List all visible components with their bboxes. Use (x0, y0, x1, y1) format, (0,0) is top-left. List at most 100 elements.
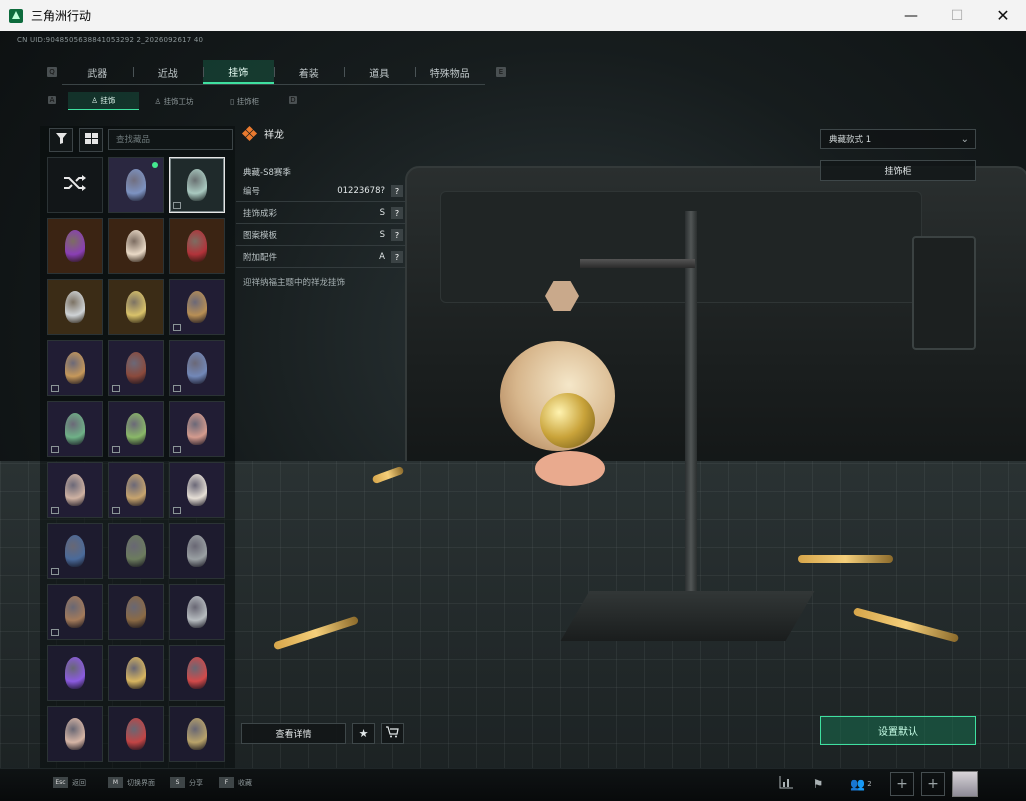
help-icon[interactable]: ? (391, 185, 403, 197)
tab-charms[interactable]: 挂饰 (203, 60, 274, 84)
hint-favorite[interactable]: F 收藏 (219, 777, 252, 788)
charm-item[interactable] (108, 218, 164, 274)
charm-gold-orb (540, 393, 595, 448)
charm-item[interactable] (108, 523, 164, 579)
rack-display-icon (51, 385, 59, 392)
favorite-button[interactable]: ★ (352, 723, 375, 744)
shuffle-icon (63, 173, 87, 198)
charm-thumbnail (187, 169, 207, 201)
subtab-label: 挂饰柜 (236, 96, 260, 106)
charm-thumbnail (126, 230, 146, 262)
charm-item[interactable] (108, 462, 164, 518)
window-titlebar: 三角洲行动 — ☐ ✕ (0, 0, 1026, 32)
charm-thumbnail (187, 535, 207, 567)
tab-special-items[interactable]: 特殊物品 (414, 60, 486, 84)
hint-back[interactable]: Esc 返回 (53, 777, 86, 788)
add-slot-button[interactable]: + (921, 772, 945, 796)
style-select[interactable]: 典藏款式 1 ⌄ (820, 129, 976, 149)
help-icon[interactable]: ? (391, 251, 403, 263)
tab-outfits[interactable]: 着装 (273, 60, 345, 84)
minimize-button[interactable]: — (888, 0, 934, 31)
random-charm-button[interactable] (47, 157, 103, 213)
charm-thumbnail (65, 535, 85, 567)
attr-value: 01223678? (337, 186, 385, 196)
charm-item[interactable] (169, 706, 225, 762)
attr-key: 图案模板 (243, 231, 278, 241)
help-icon[interactable]: ? (391, 207, 403, 219)
flag-icon: ⚑ (812, 777, 824, 791)
charm-thumbnail (65, 657, 85, 689)
charm-item[interactable] (169, 462, 225, 518)
charm-item[interactable] (108, 401, 164, 457)
charm-thumbnail (187, 230, 207, 262)
charm-item[interactable] (47, 218, 103, 274)
charm-item[interactable] (108, 157, 164, 213)
charm-item[interactable] (47, 523, 103, 579)
charm-item[interactable] (108, 706, 164, 762)
case-latch (912, 236, 976, 350)
mark-button[interactable]: ⚑ (806, 772, 830, 796)
hint-key: S (170, 777, 185, 788)
rack-display-icon (51, 507, 59, 514)
item-description: 迎祥纳福主题中的祥龙挂饰 (243, 278, 346, 288)
plus-icon: + (896, 776, 908, 792)
maximize-button[interactable]: ☐ (934, 0, 980, 31)
charm-item[interactable] (47, 340, 103, 396)
charm-item[interactable] (108, 279, 164, 335)
friends-button[interactable]: 👥 2 (846, 772, 876, 796)
uid-label: CN UID:9048505638841053292 2_2026092617 … (17, 36, 204, 44)
close-button[interactable]: ✕ (980, 0, 1026, 31)
charm-item[interactable] (47, 706, 103, 762)
attr-value: S (379, 208, 385, 218)
charm-rack-button[interactable]: 挂饰柜 (820, 160, 976, 181)
cart-icon (386, 726, 399, 741)
charm-thumbnail (126, 596, 146, 628)
charm-item[interactable] (169, 523, 225, 579)
new-indicator (152, 162, 158, 168)
charm-thumbnail (187, 657, 207, 689)
cart-button[interactable] (381, 723, 404, 744)
charm-item[interactable] (108, 645, 164, 701)
subtab-charm-workshop[interactable]: ♙ 挂饰工坊 (139, 92, 210, 110)
charm-item[interactable] (47, 584, 103, 640)
charm-item[interactable] (169, 340, 225, 396)
charm-item[interactable] (169, 645, 225, 701)
view-details-button[interactable]: 查看详情 (241, 723, 346, 744)
charm-item[interactable] (169, 218, 225, 274)
tab-melee[interactable]: 近战 (132, 60, 204, 84)
charm-item[interactable] (169, 279, 225, 335)
charm-item[interactable] (169, 157, 225, 213)
avatar[interactable] (952, 771, 978, 797)
charm-item[interactable] (108, 584, 164, 640)
charm-thumbnail (187, 596, 207, 628)
charm-item[interactable] (169, 584, 225, 640)
tab-weapons[interactable]: 武器 (62, 60, 133, 84)
tab-props[interactable]: 道具 (344, 60, 415, 84)
charm-item[interactable] (108, 340, 164, 396)
charm-item[interactable] (47, 462, 103, 518)
stats-button[interactable] (774, 772, 798, 796)
rack-display-icon (51, 446, 59, 453)
grid-view-icon (84, 133, 98, 147)
hint-switch-view[interactable]: M 切换界面 (108, 777, 155, 788)
set-default-button[interactable]: 设置默认 (820, 716, 976, 745)
help-icon[interactable]: ? (391, 229, 403, 241)
filter-button[interactable] (49, 128, 73, 152)
style-select-value: 典藏款式 1 (829, 135, 872, 145)
friends-icon: 👥 (850, 777, 866, 791)
rarity-icon (241, 125, 258, 141)
display-stand-base (560, 591, 815, 641)
grid-view-button[interactable] (79, 128, 103, 152)
subtab-charms[interactable]: ♙ 挂饰 (68, 92, 139, 110)
charm-item[interactable] (169, 401, 225, 457)
charm-item[interactable] (47, 401, 103, 457)
charm-item[interactable] (47, 279, 103, 335)
hint-label: 返回 (72, 778, 86, 787)
subtab-charm-rack[interactable]: ▯ 挂饰柜 (209, 92, 280, 110)
hint-share[interactable]: S 分享 (170, 777, 203, 788)
add-slot-button[interactable]: + (890, 772, 914, 796)
search-input[interactable] (109, 130, 232, 149)
charm-thumbnail (126, 169, 146, 201)
charm-item[interactable] (47, 645, 103, 701)
dragon-charm-model[interactable] (495, 281, 625, 511)
